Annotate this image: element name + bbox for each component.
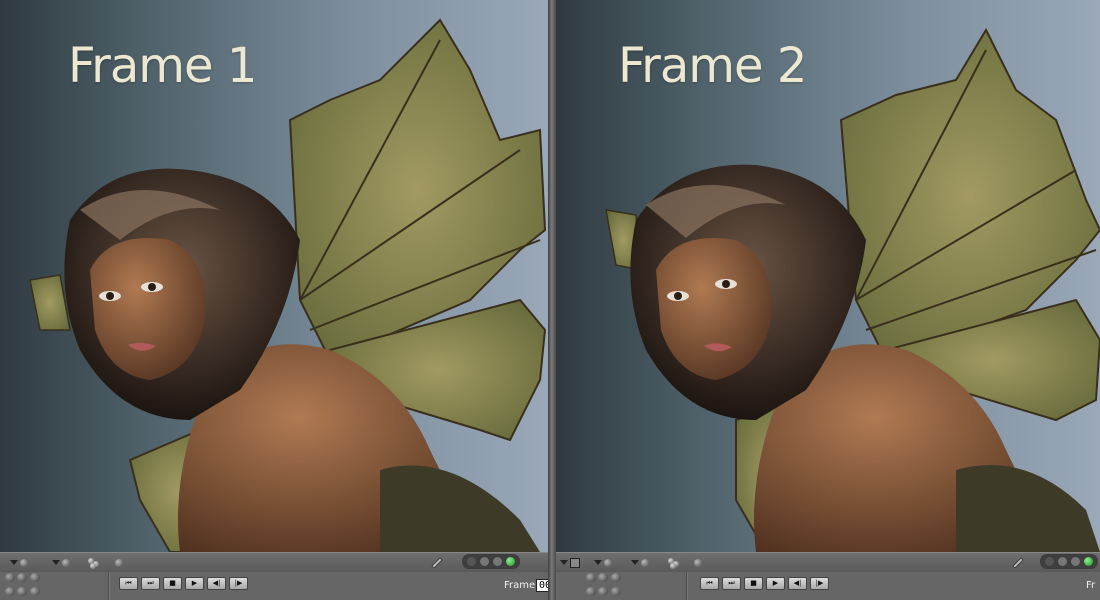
- figure-style-menu[interactable]: [594, 556, 612, 569]
- figure-style-menu[interactable]: [52, 556, 70, 569]
- play-button[interactable]: ▶: [766, 577, 785, 590]
- viewport-pane-right: Frame 2 ⏮ ⏭ ■ ▶ ◀| |▶ Fr: [556, 0, 1100, 600]
- preview-ball-button[interactable]: [694, 556, 702, 569]
- separator: [686, 572, 687, 600]
- step-forward-button[interactable]: |▶: [229, 577, 248, 590]
- viewport-pane-left: Frame 1 ⏮ ⏭ ■ ▶ ◀| |▶ Frame: 0: [0, 0, 548, 600]
- play-button[interactable]: ▶: [185, 577, 204, 590]
- step-forward-button[interactable]: |▶: [810, 577, 829, 590]
- chevron-down-icon: [560, 560, 568, 565]
- go-to-start-button[interactable]: ⏮: [119, 577, 138, 590]
- render-viewport[interactable]: Frame 2: [556, 0, 1100, 552]
- element-style-menu[interactable]: [631, 556, 649, 569]
- frame-number-field[interactable]: 000: [536, 579, 548, 592]
- shading-ball-icon: [641, 558, 649, 567]
- frame-title-overlay: Frame 2: [618, 38, 807, 94]
- shading-ball-icon: [694, 558, 702, 567]
- stop-button[interactable]: ■: [744, 577, 763, 590]
- step-back-button[interactable]: ◀|: [788, 577, 807, 590]
- chevron-down-icon: [631, 560, 639, 565]
- viewport-toolbar: [556, 552, 1100, 573]
- display-style-menu[interactable]: [560, 556, 580, 569]
- shading-ball-icon: [62, 558, 70, 567]
- render-viewport[interactable]: Frame 1: [0, 0, 548, 552]
- render-status-lights: [462, 554, 520, 569]
- pane-divider[interactable]: [548, 0, 556, 600]
- preview-ball-button[interactable]: [115, 556, 123, 569]
- step-back-button[interactable]: ◀|: [207, 577, 226, 590]
- camera-grid-icon[interactable]: [5, 573, 41, 600]
- status-light: [467, 557, 476, 566]
- chevron-down-icon: [52, 560, 60, 565]
- status-light: [493, 557, 502, 566]
- transport-controls: ⏮ ⏭ ■ ▶ ◀| |▶: [119, 577, 248, 591]
- square-icon: [570, 557, 580, 568]
- multi-ball-icon: [668, 557, 682, 569]
- shading-ball-icon: [20, 558, 28, 567]
- playback-bar: [0, 572, 548, 600]
- chevron-down-icon: [10, 560, 18, 565]
- element-style-button[interactable]: [88, 556, 102, 569]
- frame-readout-label: Fr: [1086, 580, 1096, 591]
- go-to-end-button[interactable]: ⏭: [722, 577, 741, 590]
- pencil-icon[interactable]: [430, 556, 444, 568]
- camera-grid-icon[interactable]: [586, 573, 622, 600]
- status-light-active: [506, 557, 515, 566]
- frame-readout-label: Frame:: [504, 580, 539, 591]
- status-light: [1058, 557, 1067, 566]
- chevron-down-icon: [594, 560, 602, 565]
- frame-title-overlay: Frame 1: [68, 38, 257, 94]
- render-status-lights: [1040, 554, 1098, 569]
- go-to-end-button[interactable]: ⏭: [141, 577, 160, 590]
- status-light: [480, 557, 489, 566]
- separator: [108, 572, 109, 600]
- element-style-button[interactable]: [668, 556, 682, 569]
- shading-ball-icon: [604, 558, 612, 567]
- go-to-start-button[interactable]: ⏮: [700, 577, 719, 590]
- pencil-icon[interactable]: [1011, 556, 1025, 568]
- status-light: [1045, 557, 1054, 566]
- status-light-active: [1084, 557, 1093, 566]
- display-style-menu[interactable]: [10, 556, 28, 569]
- shading-ball-icon: [115, 558, 123, 567]
- viewport-toolbar: [0, 552, 548, 573]
- stop-button[interactable]: ■: [163, 577, 182, 590]
- multi-ball-icon: [88, 557, 102, 569]
- transport-controls: ⏮ ⏭ ■ ▶ ◀| |▶: [700, 577, 829, 591]
- status-light: [1071, 557, 1080, 566]
